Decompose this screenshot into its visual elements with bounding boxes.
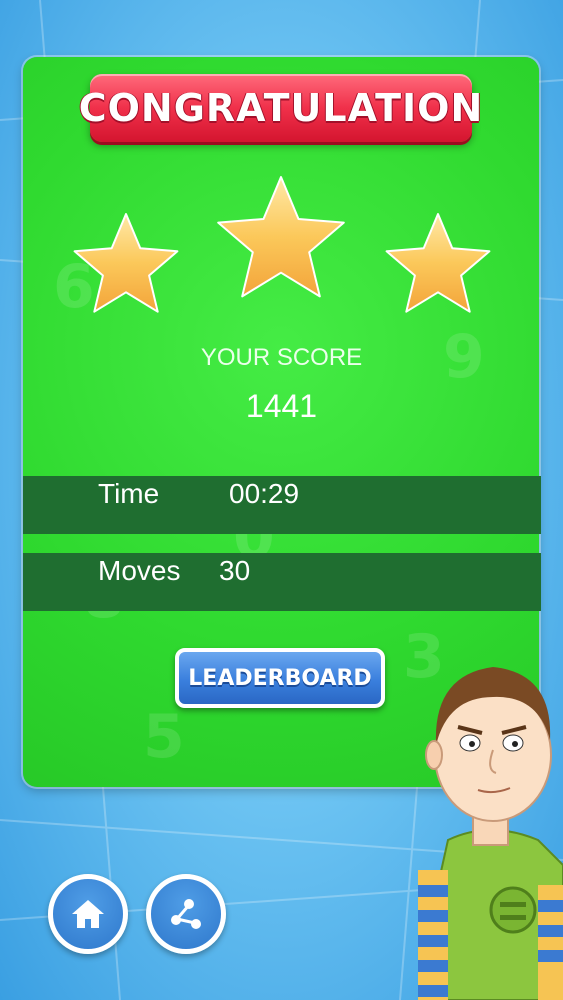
moves-value: 30 bbox=[219, 555, 251, 586]
score-label: YOUR SCORE bbox=[200, 344, 363, 371]
star-icon bbox=[73, 213, 179, 313]
time-row: Time 00:29 bbox=[23, 476, 541, 534]
share-icon bbox=[171, 899, 201, 929]
home-button[interactable] bbox=[48, 874, 128, 954]
leaderboard-button[interactable]: LEADERBOARD bbox=[175, 648, 385, 708]
leaderboard-label: LEADERBOARD bbox=[188, 665, 372, 691]
star-icon bbox=[217, 176, 345, 298]
star-rating bbox=[73, 176, 491, 313]
home-icon bbox=[72, 900, 104, 928]
mascot-character bbox=[418, 667, 563, 1000]
moves-label: Moves bbox=[98, 555, 181, 586]
svg-text:5: 5 bbox=[143, 702, 185, 772]
score-value: 1441 bbox=[245, 388, 318, 424]
share-button[interactable] bbox=[146, 874, 226, 954]
time-label: Time bbox=[98, 478, 160, 509]
time-value: 00:29 bbox=[229, 478, 300, 509]
moves-row: Moves 30 bbox=[23, 553, 541, 611]
star-icon bbox=[385, 213, 491, 313]
